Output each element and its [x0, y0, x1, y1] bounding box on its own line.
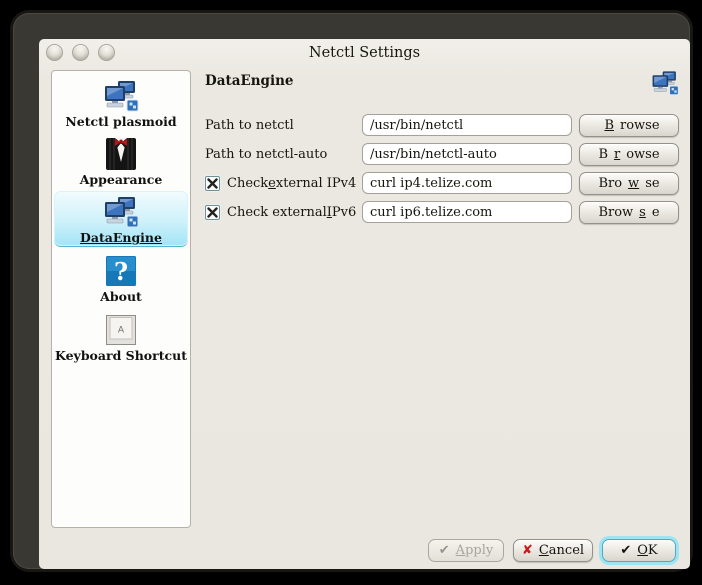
- ipv6-checkbox[interactable]: [205, 205, 220, 220]
- keyboard-key-icon: A: [103, 312, 139, 348]
- sidebar-item-appearance[interactable]: Appearance: [54, 133, 188, 188]
- path-netctl-auto-label: Path to netctl-auto: [205, 147, 362, 162]
- sidebar-item-label: Keyboard Shortcut: [55, 349, 187, 362]
- path-netctl-label: Path to netctl: [205, 118, 362, 133]
- dual-computers-icon: [103, 78, 139, 114]
- check-ipv6-label[interactable]: Check external IPv6: [205, 205, 362, 220]
- dataengine-panel: DataEngine Path to netct: [205, 69, 679, 230]
- check-icon: ✔: [439, 544, 450, 557]
- dialog-buttons: ✔ Apply ✘ Cancel ✔ OK: [428, 539, 676, 562]
- ok-button[interactable]: ✔ OK: [602, 539, 676, 562]
- tuxedo-bowtie-icon: [103, 136, 139, 172]
- sidebar-item-label: DataEngine: [80, 231, 162, 244]
- ipv4-checkbox[interactable]: [205, 176, 220, 191]
- sidebar-item-label: About: [100, 290, 142, 303]
- form-row-path-netctl-auto: Path to netctl-auto Browse: [205, 143, 679, 165]
- path-netctl-input[interactable]: [362, 114, 572, 136]
- dual-computers-icon: [103, 194, 139, 230]
- settings-category-list: Netctl plasmoid Appearance: [51, 70, 191, 528]
- checkmark-x-icon: [207, 207, 218, 218]
- apply-button[interactable]: ✔ Apply: [428, 539, 504, 562]
- question-mark-icon: ?: [103, 253, 139, 289]
- browse-ipv4-button[interactable]: Browse: [579, 172, 679, 195]
- red-x-icon: ✘: [522, 544, 533, 557]
- check-icon: ✔: [620, 544, 631, 557]
- titlebar[interactable]: Netctl Settings: [39, 39, 690, 67]
- window-frame: Netctl Settings Netctl plasmoid: [13, 13, 690, 569]
- svg-text:?: ?: [114, 257, 128, 286]
- dataengine-form: Path to netctl Browse Path to netctl-aut…: [205, 114, 679, 223]
- cancel-button[interactable]: ✘ Cancel: [513, 539, 593, 562]
- sidebar-item-label: Netctl plasmoid: [65, 115, 176, 128]
- check-ipv4-label[interactable]: Check external IPv4: [205, 176, 362, 191]
- ipv4-command-input[interactable]: [362, 172, 572, 194]
- browse-netctl-auto-button[interactable]: Browse: [579, 143, 679, 166]
- dual-computers-icon: [651, 69, 679, 97]
- checkmark-x-icon: [207, 178, 218, 189]
- form-row-check-ipv4: Check external IPv4 Browse: [205, 172, 679, 194]
- panel-title: DataEngine: [205, 69, 294, 89]
- netctl-settings-dialog: Netctl Settings Netctl plasmoid: [39, 39, 690, 569]
- sidebar-item-dataengine[interactable]: DataEngine: [54, 191, 188, 247]
- sidebar-item-keyboard-shortcut[interactable]: A Keyboard Shortcut: [54, 309, 188, 364]
- form-row-path-netctl: Path to netctl Browse: [205, 114, 679, 136]
- sidebar-item-label: Appearance: [80, 173, 163, 186]
- path-netctl-auto-input[interactable]: [362, 143, 572, 165]
- browse-netctl-button[interactable]: Browse: [579, 114, 679, 137]
- form-row-check-ipv6: Check external IPv6 Browse: [205, 201, 679, 223]
- ipv6-command-input[interactable]: [362, 201, 572, 223]
- sidebar-item-netctl-plasmoid[interactable]: Netctl plasmoid: [54, 75, 188, 130]
- sidebar-item-about[interactable]: ? About: [54, 250, 188, 305]
- svg-text:A: A: [118, 325, 125, 335]
- window-title: Netctl Settings: [39, 45, 690, 61]
- browse-ipv6-button[interactable]: Browse: [579, 201, 679, 224]
